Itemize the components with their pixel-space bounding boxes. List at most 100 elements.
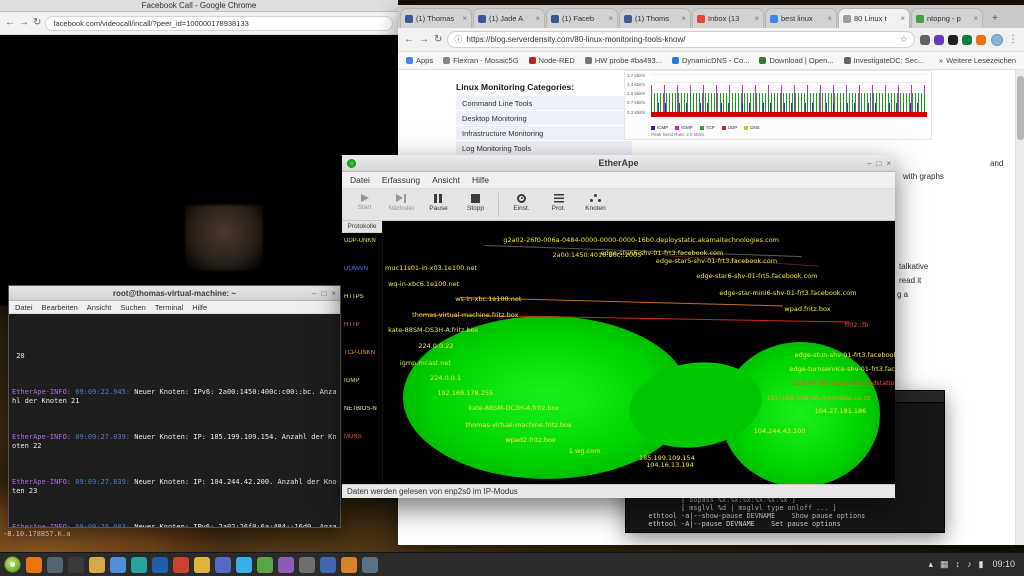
browser-tab[interactable]: ntopng - p × (911, 8, 983, 28)
extension-icon[interactable] (934, 35, 944, 45)
taskbar-app-icon[interactable] (278, 557, 294, 573)
menu-item[interactable]: Ansicht (87, 303, 112, 312)
window-titlebar[interactable]: root@thomas-virtual-machine: ~ – □ × (9, 286, 340, 301)
address-bar[interactable]: ⓘ https://blog.serverdensity.com/80-linu… (447, 31, 915, 48)
menu-item[interactable]: Hilfe (472, 175, 489, 185)
menu-item[interactable]: Bearbeiten (42, 303, 78, 312)
tab-close-icon[interactable]: × (681, 14, 686, 23)
reload-icon[interactable]: ↻ (33, 18, 41, 28)
bookmark-item[interactable]: HW probe #ba493... (585, 56, 662, 65)
stop-button[interactable]: Stopp (457, 191, 494, 219)
minimize-button[interactable]: – (312, 289, 316, 298)
menu-item[interactable]: Ansicht (432, 175, 460, 185)
extension-icon[interactable] (948, 35, 958, 45)
forward-icon[interactable]: → (19, 18, 29, 28)
close-button[interactable]: × (331, 289, 336, 298)
taskbar-app-icon[interactable] (89, 557, 105, 573)
browser-tab[interactable]: Inbox (13 × (692, 8, 764, 28)
bookmark-star-icon[interactable]: ☆ (900, 34, 908, 45)
tab-close-icon[interactable]: × (973, 14, 978, 23)
menu-item[interactable]: Suchen (120, 303, 145, 312)
browser-tab[interactable]: 80 Linux t × (838, 8, 910, 28)
browser-tab[interactable]: (1) Thoms × (619, 8, 691, 28)
taskbar-app-icon[interactable] (47, 557, 63, 573)
taskbar-app-icon[interactable] (362, 557, 378, 573)
chart-caption: Peak Send Rate: 2.0 kbit/s (651, 132, 704, 137)
chrome-menu-icon[interactable]: ⋮ (1008, 34, 1018, 45)
clock[interactable]: 09:10 (992, 560, 1015, 569)
taskbar-app-icon[interactable] (26, 557, 42, 573)
bookmark-item[interactable]: Flexran - Mosaic5G (443, 56, 518, 65)
more-bookmarks-button[interactable]: » Weitere Lesezeichen (939, 56, 1016, 65)
extension-icon[interactable] (976, 35, 986, 45)
taskbar-app-icon[interactable] (68, 557, 84, 573)
taskbar-app-icon[interactable] (131, 557, 147, 573)
tab-close-icon[interactable]: × (535, 14, 540, 23)
network-icon[interactable]: ↕ (956, 560, 961, 569)
browser-tab[interactable]: (1) Thomas × (400, 8, 472, 28)
battery-icon[interactable]: ▮ (979, 560, 984, 569)
keyboard-layout-icon[interactable]: ▦ (940, 560, 949, 569)
scrollbar-thumb[interactable] (1017, 76, 1024, 140)
scrollbar[interactable] (1015, 70, 1024, 545)
tab-close-icon[interactable]: × (900, 14, 905, 23)
protocols-button[interactable]: Prot. (540, 191, 577, 219)
tray-expand-icon[interactable]: ▴ (928, 560, 933, 569)
taskbar-app-icon[interactable] (257, 557, 273, 573)
bookmark-item[interactable]: DynamicDNS - Co... (672, 56, 750, 65)
taskbar-app-icon[interactable] (341, 557, 357, 573)
menu-item[interactable]: Hilfe (192, 303, 207, 312)
menu-item[interactable]: Datei (350, 175, 370, 185)
window-titlebar[interactable]: EtherApe – □ × (342, 155, 895, 172)
taskbar-app-icon[interactable] (173, 557, 189, 573)
address-bar[interactable]: facebook.com/videocall/incall/?peer_id=1… (45, 16, 393, 31)
minimize-button[interactable]: – (867, 159, 871, 168)
maximize-button[interactable]: □ (321, 289, 326, 298)
bookmark-item[interactable]: Node-RED (529, 56, 575, 65)
mint-menu-button[interactable] (4, 556, 21, 573)
tab-close-icon[interactable]: × (462, 14, 467, 23)
category-link[interactable]: Desktop Monitoring (456, 111, 632, 126)
tab-close-icon[interactable]: × (827, 14, 832, 23)
category-link[interactable]: Log Monitoring Tools (456, 141, 632, 156)
network-canvas[interactable]: g2a02-26f0-006a-0484-0000-0000-0000-16b0… (383, 221, 895, 484)
reload-icon[interactable]: ↻ (434, 35, 442, 45)
browser-tab[interactable]: (1) Faceb × (546, 8, 618, 28)
taskbar-app-icon[interactable] (236, 557, 252, 573)
bookmark-item[interactable]: Download | Open... (759, 56, 833, 65)
bookmark-item[interactable]: InvestigateDC: Sec... (844, 56, 924, 65)
profile-avatar[interactable] (991, 34, 1003, 46)
tab-close-icon[interactable]: × (754, 14, 759, 23)
bookmark-item[interactable]: Apps (406, 56, 433, 65)
forward-icon[interactable]: → (419, 35, 429, 45)
new-tab-button[interactable]: + (987, 10, 1003, 26)
volume-icon[interactable]: ♪ (967, 560, 972, 569)
extension-icon[interactable] (920, 35, 930, 45)
next-button[interactable]: Nächster (383, 191, 420, 219)
taskbar-app-icon[interactable] (299, 557, 315, 573)
menu-item[interactable]: Datei (15, 303, 33, 312)
back-icon[interactable]: ← (5, 18, 15, 28)
back-icon[interactable]: ← (404, 35, 414, 45)
extension-icon[interactable] (962, 35, 972, 45)
maximize-button[interactable]: □ (876, 159, 881, 168)
start-button[interactable]: Start (346, 191, 383, 219)
menu-item[interactable]: Terminal (155, 303, 183, 312)
node-label: edge-star5-shv-01-frt3.facebook.com (656, 258, 777, 265)
pause-button[interactable]: Pause (420, 191, 457, 219)
taskbar-app-icon[interactable] (215, 557, 231, 573)
browser-tab[interactable]: (1) Jade A × (473, 8, 545, 28)
taskbar-app-icon[interactable] (110, 557, 126, 573)
browser-tab[interactable]: best linux × (765, 8, 837, 28)
taskbar-app-icon[interactable] (152, 557, 168, 573)
settings-button[interactable]: Einst. (503, 191, 540, 219)
menu-item[interactable]: Erfassung (382, 175, 420, 185)
page-info-icon[interactable]: ⓘ (454, 34, 462, 45)
taskbar-app-icon[interactable] (194, 557, 210, 573)
nodes-button[interactable]: Knoten (577, 191, 614, 219)
taskbar-app-icon[interactable] (320, 557, 336, 573)
category-link[interactable]: Command Line Tools (456, 96, 632, 111)
close-button[interactable]: × (886, 159, 891, 168)
tab-close-icon[interactable]: × (608, 14, 613, 23)
category-link[interactable]: Infrastructure Monitoring (456, 126, 632, 141)
